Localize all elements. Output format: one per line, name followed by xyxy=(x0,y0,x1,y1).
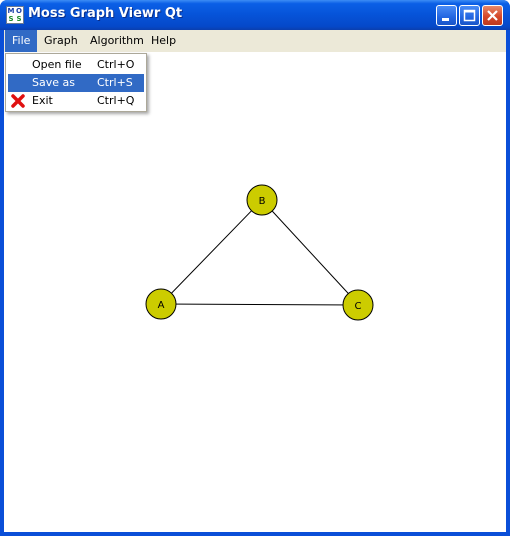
menu-item-label: Exit xyxy=(32,94,53,107)
red-x-icon xyxy=(11,94,25,108)
graph-canvas[interactable]: A B C xyxy=(4,52,506,532)
title-bar[interactable]: M O S S Moss Graph Viewr Qt xyxy=(0,0,510,30)
close-icon xyxy=(487,10,498,21)
menu-item-save-as[interactable]: Save as Ctrl+S xyxy=(8,74,144,92)
app-icon[interactable]: M O S S xyxy=(6,6,24,24)
menu-item-shortcut: Ctrl+S xyxy=(97,76,133,89)
graph-edge xyxy=(160,303,359,306)
app-icon-letter: S xyxy=(16,15,22,23)
menu-bar: File Graph Algorithm Help xyxy=(4,30,506,52)
node-label: C xyxy=(355,301,362,312)
minimize-button[interactable] xyxy=(436,5,457,26)
menu-file[interactable]: File xyxy=(5,30,38,52)
menu-help[interactable]: Help xyxy=(144,30,183,52)
maximize-button[interactable] xyxy=(459,5,480,26)
maximize-icon xyxy=(463,9,476,22)
file-menu-dropdown: Open file Ctrl+O Save as Ctrl+S Exit Ctr… xyxy=(5,53,147,112)
window-title: Moss Graph Viewr Qt xyxy=(28,6,183,21)
graph-node-b[interactable]: B xyxy=(246,184,278,216)
menu-item-shortcut: Ctrl+Q xyxy=(97,94,135,107)
node-label: B xyxy=(259,196,266,207)
graph-node-c[interactable]: C xyxy=(342,289,374,321)
menu-graph[interactable]: Graph xyxy=(37,30,85,52)
menu-algorithm[interactable]: Algorithm xyxy=(83,30,151,52)
menu-item-label: Open file xyxy=(32,58,82,71)
app-icon-letter: O xyxy=(16,7,22,15)
menu-item-open-file[interactable]: Open file Ctrl+O xyxy=(8,56,144,74)
app-icon-letter: S xyxy=(8,15,14,23)
close-button[interactable] xyxy=(482,5,503,26)
graph-edge xyxy=(261,199,359,305)
graph-node-a[interactable]: A xyxy=(145,288,177,320)
menu-item-shortcut: Ctrl+O xyxy=(97,58,135,71)
graph-edge xyxy=(160,199,263,305)
menu-item-label: Save as xyxy=(32,76,75,89)
app-icon-letter: M xyxy=(7,7,15,15)
graph-view: A B C xyxy=(145,184,374,321)
minimize-icon xyxy=(442,18,449,21)
node-label: A xyxy=(158,300,165,311)
menu-item-exit[interactable]: Exit Ctrl+Q xyxy=(8,92,144,110)
